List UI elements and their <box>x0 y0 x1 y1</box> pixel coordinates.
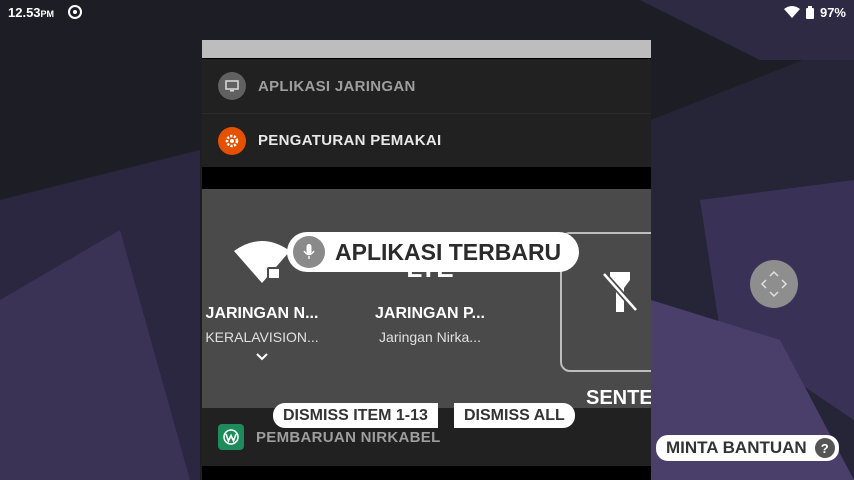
recent-item-label: PEMBARUAN NIRKABEL <box>256 428 441 446</box>
microphone-icon <box>293 236 325 268</box>
mobile-data-tile[interactable]: LTE JARINGAN P... Jaringan Nirka... <box>355 189 505 409</box>
recent-apps-label[interactable]: APLIKASI TERBARU <box>287 232 580 272</box>
dismiss-all-button[interactable]: DISMISS ALL <box>454 403 575 428</box>
chevron-down-icon[interactable] <box>256 353 268 361</box>
flashlight-off-icon <box>602 272 638 312</box>
help-button[interactable]: MINTA BANTUAN ? <box>656 435 839 461</box>
recent-item-user-settings[interactable]: PENGATURAN PEMAKAI <box>202 113 651 167</box>
battery-icon <box>805 5 814 19</box>
flashlight-tile[interactable]: SENTER <box>560 189 651 409</box>
clock: 12.53PM <box>8 4 55 20</box>
recent-item-label: APLIKASI JARINGAN <box>258 77 416 95</box>
wireless-update-icon <box>218 424 244 450</box>
sync-icon <box>68 5 83 19</box>
gear-icon <box>218 126 246 155</box>
wifi-tile-title: JARINGAN N... <box>205 305 319 322</box>
mobile-tile-subtitle: Jaringan Nirka... <box>379 329 481 345</box>
recent-item-label: PENGATURAN PEMAKAI <box>258 132 442 149</box>
recent-apps-title: APLIKASI TERBARU <box>335 238 562 265</box>
flashlight-tile-title: SENTER <box>586 387 651 409</box>
wifi-icon <box>783 6 800 18</box>
help-label: MINTA BANTUAN <box>666 438 807 457</box>
navigation-pad-button[interactable] <box>750 260 798 308</box>
status-bar: 12.53PM 97% <box>0 0 854 24</box>
battery-percent: 97% <box>819 4 846 20</box>
quick-settings-panel: JARINGAN N... KERALAVISION... LTE JARING… <box>202 189 651 409</box>
card-header-strip <box>202 40 651 58</box>
dismiss-item-button[interactable]: DISMISS ITEM 1-13 <box>273 403 438 428</box>
recent-item-network-apps[interactable]: APLIKASI JARINGAN <box>202 59 651 113</box>
monitor-icon <box>218 72 246 100</box>
help-icon: ? <box>814 438 835 458</box>
clock-ampm: PM <box>40 8 55 19</box>
wifi-tile-subtitle: KERALAVISION... <box>205 329 319 345</box>
mobile-tile-title: JARINGAN P... <box>375 305 485 322</box>
directional-arrows-icon <box>760 270 788 298</box>
wifi-lock-icon <box>234 241 290 283</box>
wifi-tile[interactable]: JARINGAN N... KERALAVISION... <box>202 189 337 409</box>
